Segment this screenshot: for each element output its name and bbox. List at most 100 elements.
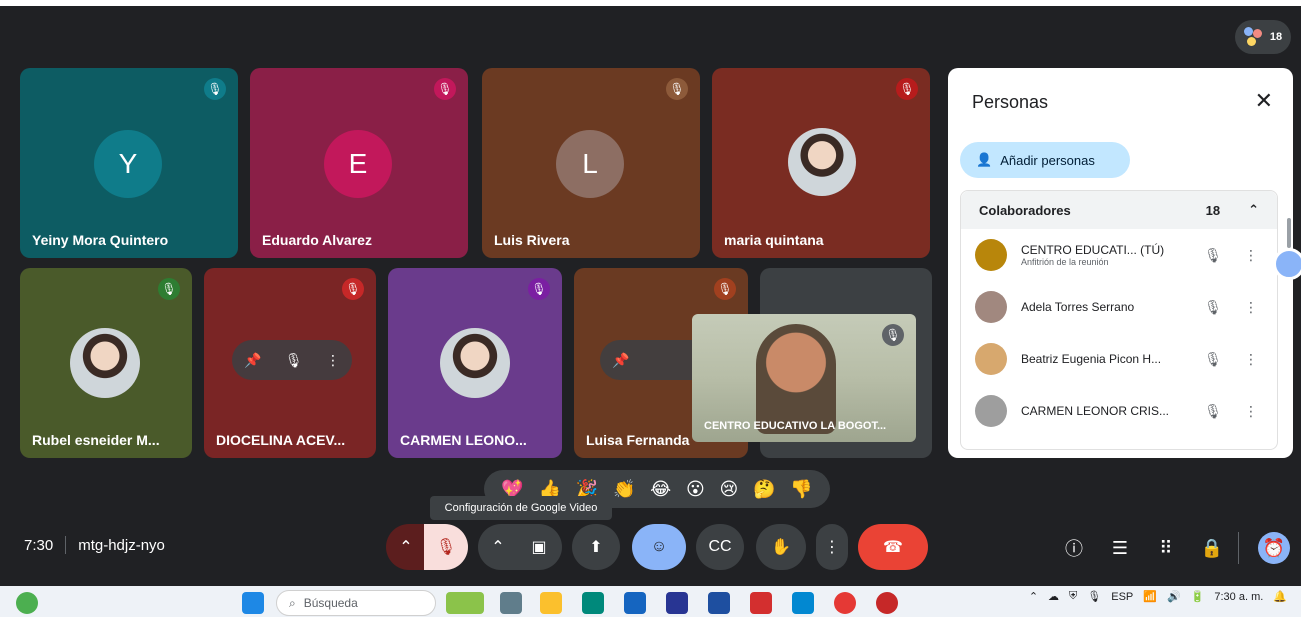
- person-name: CENTRO EDUCATI... (TÚ): [1021, 243, 1165, 257]
- mic-off-icon: 🎙: [666, 78, 688, 100]
- list-item[interactable]: CENTRO EDUCATI... (TÚ) Anfitrión de la re…: [961, 229, 1277, 281]
- shield-icon[interactable]: ⛨: [1069, 590, 1077, 603]
- camera-toggle-button[interactable]: ▣: [516, 524, 562, 570]
- pin-icon[interactable]: 📌: [612, 352, 629, 369]
- captions-button[interactable]: CC: [696, 524, 744, 570]
- close-icon[interactable]: ✕: [1255, 88, 1273, 114]
- list-item[interactable]: Adela Torres Serrano 🎙 ⋮: [961, 281, 1277, 333]
- more-options-button[interactable]: ⋮: [816, 524, 848, 570]
- collaborators-section: Colaboradores 18 ⌃ CENTRO EDUCATI... (TÚ…: [960, 190, 1278, 450]
- info-icon[interactable]: ⓘ: [1058, 532, 1090, 564]
- avatar: [975, 395, 1007, 427]
- participant-tile[interactable]: 🎙 E Eduardo Alvarez: [250, 68, 468, 258]
- avatar: Y: [94, 130, 162, 198]
- avatar-photo: [70, 328, 140, 398]
- battery-icon[interactable]: 🔋: [1191, 590, 1205, 603]
- host-controls-icon[interactable]: 🔒: [1196, 532, 1228, 564]
- more-vert-icon[interactable]: ⋮: [1239, 351, 1263, 368]
- divider: [1238, 532, 1239, 564]
- wifi-icon[interactable]: 📶: [1143, 590, 1157, 603]
- chevron-up-icon[interactable]: ⌃: [1029, 590, 1038, 603]
- word-icon[interactable]: [708, 592, 730, 614]
- collaborators-header[interactable]: Colaboradores 18 ⌃: [961, 191, 1277, 229]
- mic-icon[interactable]: 🎙: [1087, 590, 1101, 603]
- chevron-up-icon[interactable]: ⌃: [1248, 202, 1259, 218]
- participant-tile[interactable]: 🎙 L Luis Rivera: [482, 68, 700, 258]
- timer-icon[interactable]: ⏰: [1258, 532, 1290, 564]
- raise-hand-button[interactable]: ✋: [756, 524, 806, 570]
- avatar: [975, 343, 1007, 375]
- pin-icon[interactable]: 📌: [244, 352, 261, 369]
- language-indicator[interactable]: ESP: [1111, 591, 1133, 603]
- mic-off-icon[interactable]: 🎙: [1201, 403, 1225, 420]
- reaction-sad[interactable]: 😢: [719, 479, 738, 500]
- reaction-laugh[interactable]: 😂: [650, 479, 671, 500]
- search-icon: ⌕: [289, 595, 296, 610]
- windows-start-icon[interactable]: [242, 592, 264, 614]
- participant-name: Luisa Fernanda: [586, 432, 690, 448]
- emoji-button[interactable]: ☺: [632, 524, 686, 570]
- notification-bell-icon[interactable]: 🔔: [1273, 590, 1287, 603]
- avatar: [975, 239, 1007, 271]
- camera-options-button[interactable]: ⌃: [478, 524, 518, 570]
- app-icon[interactable]: [666, 592, 688, 614]
- file-explorer-icon[interactable]: [540, 592, 562, 614]
- self-view[interactable]: 🎙 CENTRO EDUCATIVO LA BOGOT...: [692, 314, 916, 442]
- mic-off-icon[interactable]: 🎙: [1201, 351, 1225, 368]
- participant-name: Eduardo Alvarez: [262, 232, 372, 248]
- avatar: E: [324, 130, 392, 198]
- reaction-clap[interactable]: 👏: [613, 479, 635, 500]
- mic-options-button[interactable]: ⌃: [386, 524, 426, 570]
- clock[interactable]: 7:30 a. m.: [1214, 591, 1263, 603]
- windows-taskbar: ⌕ Búsqueda ⌃ ☁ ⛨ 🎙 ESP 📶 🔊 🔋 7:30 a. m. …: [0, 586, 1301, 617]
- chat-icon[interactable]: ☰: [1104, 532, 1136, 564]
- add-people-button[interactable]: 👤 Añadir personas: [960, 142, 1130, 178]
- mic-off-icon[interactable]: 🎙: [1201, 247, 1225, 264]
- cloud-icon[interactable]: ☁: [1048, 590, 1059, 603]
- powerpoint-icon[interactable]: [750, 592, 772, 614]
- divider: [65, 536, 67, 554]
- app-icon-2[interactable]: [792, 592, 814, 614]
- taskbar-search[interactable]: ⌕ Búsqueda: [276, 590, 436, 616]
- tile-hover-controls: 📌 🎙 ⋮: [232, 340, 352, 380]
- reaction-thinking[interactable]: 🤔: [753, 479, 775, 500]
- floating-avatar[interactable]: [1273, 248, 1301, 280]
- reaction-thumbs-down[interactable]: 👎: [790, 479, 812, 500]
- participant-count-badge[interactable]: 18: [1235, 20, 1291, 54]
- more-vert-icon[interactable]: ⋮: [326, 352, 340, 369]
- opera-icon[interactable]: [876, 592, 898, 614]
- more-vert-icon[interactable]: ⋮: [1239, 299, 1263, 316]
- mic-off-icon[interactable]: 🎙: [1201, 299, 1225, 316]
- meeting-time: 7:30: [24, 536, 54, 554]
- participant-tile[interactable]: 🎙 Rubel esneider M...: [20, 268, 192, 458]
- list-item[interactable]: CARMEN LEONOR CRIS... 🎙 ⋮: [961, 385, 1277, 437]
- task-view-icon[interactable]: [500, 592, 522, 614]
- chrome-icon[interactable]: [834, 592, 856, 614]
- participant-tile[interactable]: 🎙 📌 🎙 ⋮ DIOCELINA ACEV...: [204, 268, 376, 458]
- participant-count: 18: [1269, 31, 1283, 43]
- more-vert-icon[interactable]: ⋮: [1239, 247, 1263, 264]
- participant-tile[interactable]: 🎙 maria quintana: [712, 68, 930, 258]
- store-icon[interactable]: [624, 592, 646, 614]
- reaction-surprised[interactable]: 😮: [686, 479, 705, 500]
- participant-name: DIOCELINA ACEV...: [216, 432, 346, 448]
- notification-icon[interactable]: [16, 592, 38, 614]
- participants-icon: [1243, 27, 1264, 47]
- widgets-icon[interactable]: [446, 592, 484, 614]
- list-item[interactable]: Beatriz Eugenia Picon H... 🎙 ⋮: [961, 333, 1277, 385]
- person-name: Beatriz Eugenia Picon H...: [1021, 352, 1162, 366]
- edge-icon[interactable]: [582, 592, 604, 614]
- panel-scrollbar[interactable]: [1287, 218, 1291, 248]
- more-vert-icon[interactable]: ⋮: [1239, 403, 1263, 420]
- participant-tile[interactable]: 🎙 CARMEN LEONO...: [388, 268, 562, 458]
- volume-icon[interactable]: 🔊: [1167, 590, 1181, 603]
- participant-name: CARMEN LEONO...: [400, 432, 527, 448]
- mic-toggle-button[interactable]: 🎙: [424, 524, 468, 570]
- panel-title: Personas: [972, 92, 1049, 112]
- person-role: Anfitrión de la reunión: [1021, 257, 1109, 267]
- mic-off-icon[interactable]: 🎙: [285, 352, 303, 369]
- present-screen-button[interactable]: ⬆: [572, 524, 620, 570]
- leave-call-button[interactable]: ☎: [858, 524, 928, 570]
- participant-tile[interactable]: 🎙 Y Yeiny Mora Quintero: [20, 68, 238, 258]
- activities-icon[interactable]: ⠿: [1150, 532, 1182, 564]
